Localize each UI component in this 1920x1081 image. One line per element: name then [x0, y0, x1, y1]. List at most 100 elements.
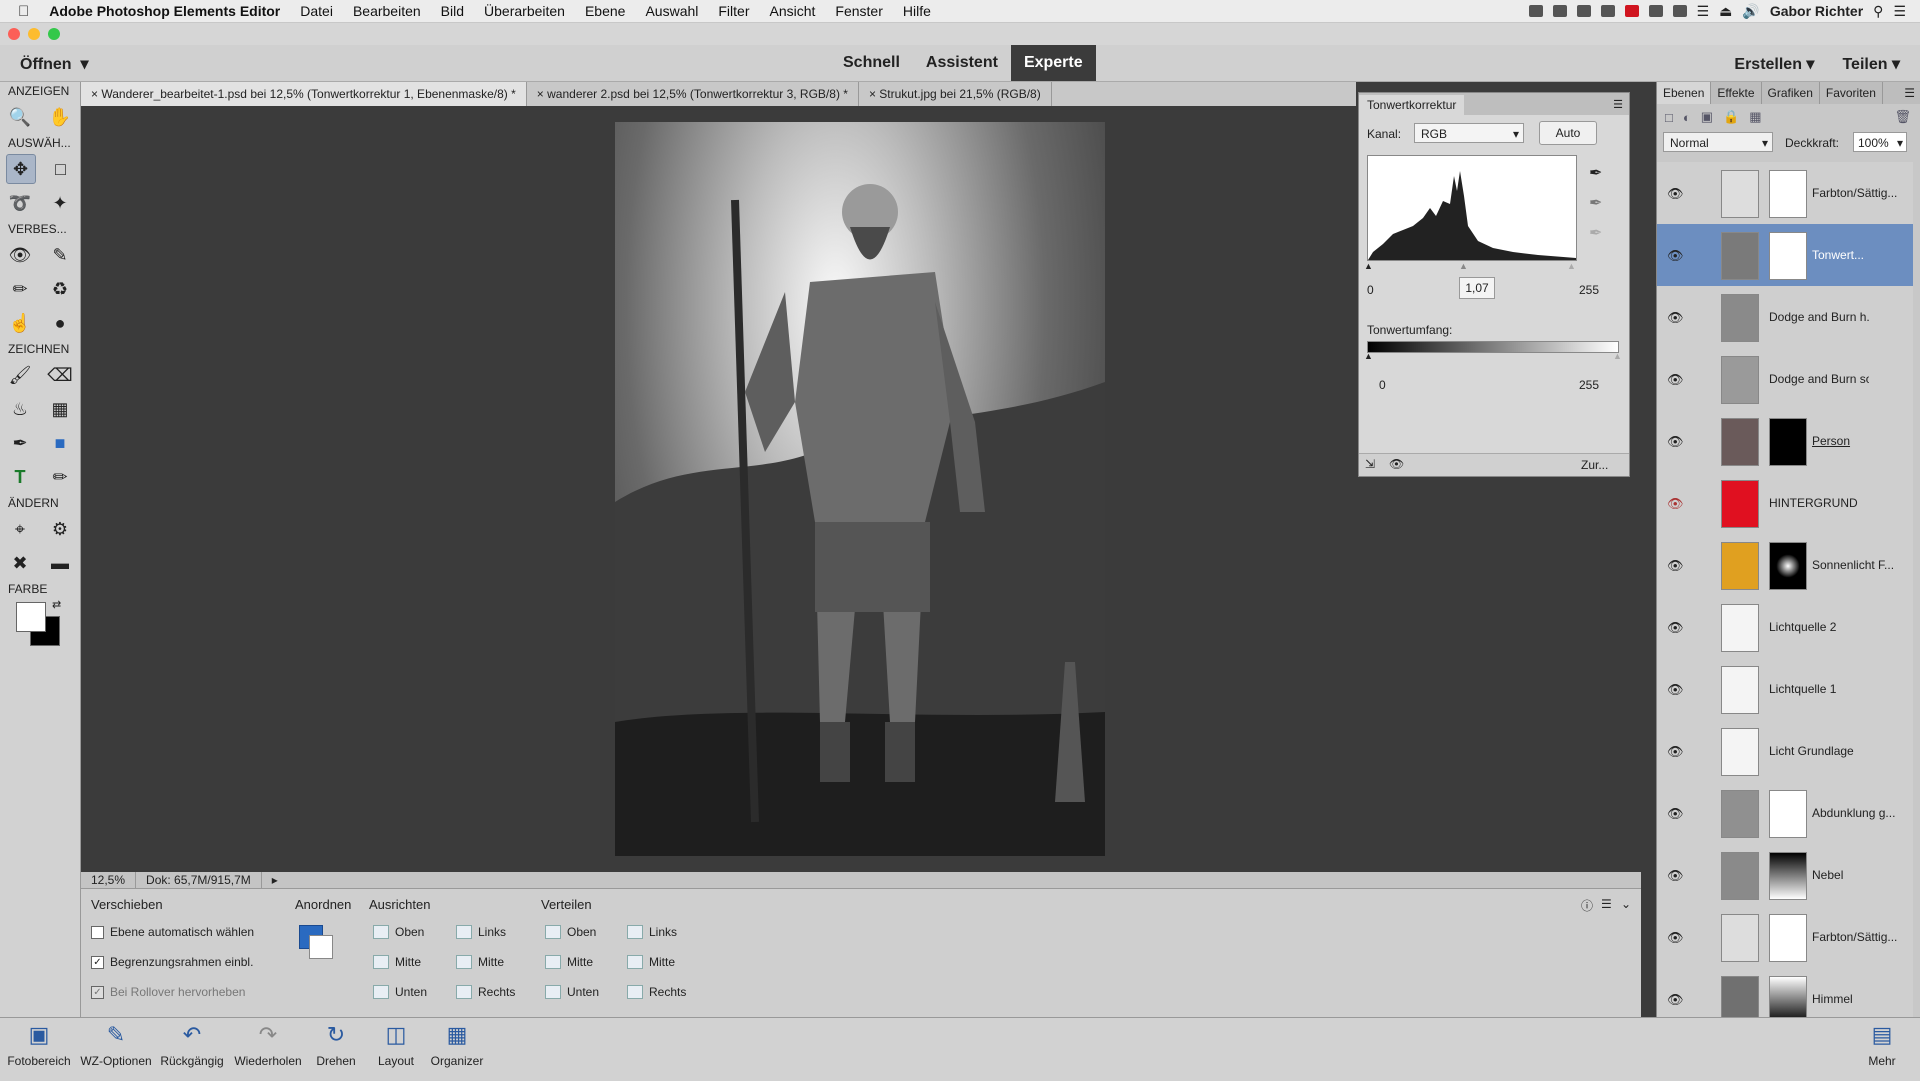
- paint-bucket-tool-icon[interactable]: ♨: [6, 395, 34, 423]
- menu-ansicht[interactable]: Ansicht: [760, 3, 826, 19]
- eye-icon[interactable]: 👁: [1667, 620, 1684, 636]
- tab-effekte[interactable]: Effekte: [1711, 82, 1762, 104]
- visibility-eye-icon[interactable]: 👁: [1389, 457, 1404, 471]
- output-white-value[interactable]: 255: [1579, 378, 1599, 392]
- tool-options-button[interactable]: ✎ WZ-Optionen: [76, 1022, 156, 1068]
- input-white-value[interactable]: 255: [1579, 283, 1599, 297]
- new-layer-icon[interactable]: □: [1665, 110, 1673, 125]
- layer-row[interactable]: 👁 Farbton/Sättig...: [1657, 906, 1913, 969]
- create-button[interactable]: Erstellen ▾: [1734, 54, 1814, 74]
- shape-tool-icon[interactable]: ■: [46, 429, 74, 457]
- lock-transparency-icon[interactable]: ▦: [1749, 109, 1761, 125]
- marquee-tool-icon[interactable]: □: [47, 155, 75, 183]
- minimize-window-icon[interactable]: [28, 28, 40, 40]
- layer-row[interactable]: 👁 Himmel: [1657, 968, 1913, 1017]
- layer-row[interactable]: 👁 Dodge and Burn h...: [1657, 286, 1913, 349]
- smudge-tool-icon[interactable]: ☝: [6, 309, 34, 337]
- layers-menu-icon[interactable]: ☰: [1898, 82, 1920, 104]
- auto-select-layer-checkbox[interactable]: Ebene automatisch wählen: [91, 925, 254, 939]
- gray-eyedropper-icon[interactable]: ✒: [1589, 193, 1602, 213]
- brush-tool-icon[interactable]: 🖌: [6, 361, 34, 389]
- smart-brush-tool-icon[interactable]: ✏: [6, 275, 34, 303]
- menu-ebene[interactable]: Ebene: [575, 3, 635, 19]
- eye-hidden-icon[interactable]: 👁: [1667, 496, 1684, 512]
- record-icon[interactable]: [1528, 5, 1543, 17]
- eyedropper-tool-icon[interactable]: ✒: [6, 429, 34, 457]
- align-top-button[interactable]: Oben: [373, 925, 424, 939]
- straighten-tool-icon[interactable]: ▬: [46, 549, 74, 577]
- crop-tool-icon[interactable]: ⌖: [6, 515, 34, 543]
- blend-mode-select[interactable]: Normal ▾: [1663, 132, 1773, 152]
- menu-bild[interactable]: Bild: [431, 3, 474, 19]
- zoom-window-icon[interactable]: [48, 28, 60, 40]
- menu-ueberarbeiten[interactable]: Überarbeiten: [474, 3, 575, 19]
- layer-row[interactable]: 👁 Abdunklung g...: [1657, 782, 1913, 845]
- doc-tab-strukut[interactable]: × Strukut.jpg bei 21,5% (RGB/8): [859, 82, 1052, 106]
- more-button[interactable]: ▤ Mehr: [1860, 1022, 1904, 1068]
- distribute-top-button[interactable]: Oben: [545, 925, 596, 939]
- layer-row[interactable]: 👁 Lichtquelle 1: [1657, 658, 1913, 721]
- text-tool-icon[interactable]: T: [6, 463, 34, 491]
- eye-icon[interactable]: 👁: [1667, 930, 1684, 946]
- tab-ebenen[interactable]: Ebenen: [1657, 82, 1712, 104]
- menu-filter[interactable]: Filter: [708, 3, 759, 19]
- layer-row[interactable]: 👁 HINTERGRUND: [1657, 472, 1913, 535]
- output-black-slider[interactable]: ▲: [1364, 351, 1373, 361]
- rotate-button[interactable]: ↻ Drehen: [310, 1022, 362, 1068]
- list-icon[interactable]: ☰: [1893, 3, 1906, 20]
- align-right-button[interactable]: Rechts: [456, 985, 515, 999]
- doc-tab-wanderer-bearbeitet[interactable]: × Wanderer_bearbeitet-1.psd bei 12,5% (T…: [81, 82, 527, 106]
- hand-tool-icon[interactable]: ✋: [46, 103, 74, 131]
- input-gamma-value[interactable]: 1,07: [1459, 277, 1495, 299]
- eye-icon[interactable]: 👁: [1667, 806, 1684, 822]
- eye-icon[interactable]: 👁: [1667, 682, 1684, 698]
- distribute-left-button[interactable]: Links: [627, 925, 677, 939]
- arrange-button[interactable]: [299, 925, 337, 963]
- eye-icon[interactable]: 👁: [1667, 558, 1684, 574]
- undo-button[interactable]: ↶ Rückgängig: [156, 1022, 228, 1068]
- stamp-tool-icon[interactable]: ♻: [46, 275, 74, 303]
- input-black-slider[interactable]: ▲: [1364, 261, 1373, 271]
- cloud-icon[interactable]: [1576, 5, 1591, 17]
- layer-row[interactable]: 👁 Nebel: [1657, 844, 1913, 907]
- red-eye-tool-icon[interactable]: 👁: [6, 241, 34, 269]
- app-name[interactable]: Adobe Photoshop Elements Editor: [39, 3, 290, 19]
- search-icon[interactable]: ⚲: [1873, 3, 1883, 20]
- status-arrow-icon[interactable]: ▸: [262, 872, 288, 888]
- auto-button[interactable]: Auto: [1539, 121, 1597, 145]
- foreground-color-swatch[interactable]: [16, 602, 46, 632]
- levels-tab[interactable]: Tonwertkorrektur: [1359, 95, 1465, 115]
- drive-icon[interactable]: [1648, 5, 1663, 17]
- menu-auswahl[interactable]: Auswahl: [635, 3, 708, 19]
- rollover-highlight-checkbox[interactable]: ✓ Bei Rollover hervorheben: [91, 985, 245, 999]
- collapse-icon[interactable]: ⌄: [1621, 897, 1631, 911]
- open-button[interactable]: Öffnen ▾: [20, 54, 88, 74]
- redo-button[interactable]: ↷ Wiederholen: [230, 1022, 306, 1068]
- channel-select[interactable]: RGB ▾: [1414, 123, 1524, 143]
- menu-bearbeiten[interactable]: Bearbeiten: [343, 3, 431, 19]
- screen-icon[interactable]: [1552, 5, 1567, 17]
- pencil-tool-icon[interactable]: ✏: [46, 463, 74, 491]
- eye-icon[interactable]: 👁: [1667, 992, 1684, 1008]
- tab-assistent[interactable]: Assistent: [913, 45, 1011, 81]
- doc-size[interactable]: Dok: 65,7M/915,7M: [136, 872, 262, 888]
- healing-brush-tool-icon[interactable]: ✎: [46, 241, 74, 269]
- eye-icon[interactable]: 👁: [1667, 434, 1684, 450]
- sponge-tool-icon[interactable]: ●: [46, 309, 74, 337]
- options-menu-icon[interactable]: ☰: [1601, 897, 1612, 911]
- align-left-button[interactable]: Links: [456, 925, 506, 939]
- gradient-tool-icon[interactable]: ▦: [46, 395, 74, 423]
- layer-row[interactable]: 👁 Licht Grundlage: [1657, 720, 1913, 783]
- help-icon[interactable]: ⓘ: [1581, 897, 1593, 914]
- layer-row[interactable]: 👁 Sonnenlicht F...: [1657, 534, 1913, 597]
- layer-row-selected[interactable]: 👁 Tonwert...: [1657, 224, 1913, 287]
- layer-row[interactable]: 👁 Person: [1657, 410, 1913, 473]
- layer-mask-icon[interactable]: ▣: [1701, 109, 1713, 125]
- recompose-tool-icon[interactable]: ⚙: [46, 515, 74, 543]
- distribute-middle-button[interactable]: Mitte: [545, 955, 593, 969]
- layout-button[interactable]: ◫ Layout: [370, 1022, 422, 1068]
- adjustment-layer-icon[interactable]: ◐: [1683, 110, 1691, 125]
- evernote-icon[interactable]: [1600, 5, 1615, 17]
- align-middle-button[interactable]: Mitte: [373, 955, 421, 969]
- magic-wand-tool-icon[interactable]: ✦: [46, 189, 74, 217]
